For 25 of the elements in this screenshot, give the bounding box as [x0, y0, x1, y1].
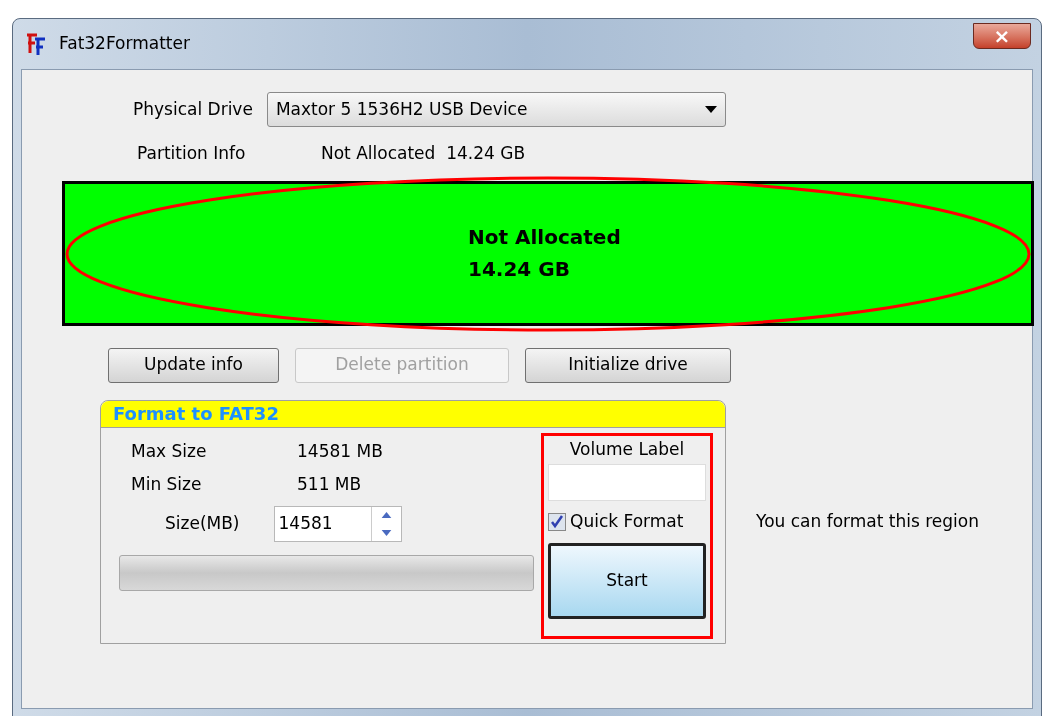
- window-title: Fat32Formatter: [59, 32, 190, 56]
- start-button[interactable]: Start: [548, 542, 706, 619]
- action-button[interactable]: Initialize drive: [525, 347, 731, 383]
- drive-dropdown[interactable]: Maxtor 5 1536H2 USB Device: [266, 92, 726, 127]
- checkbox-label: Quick Format: [570, 510, 684, 533]
- size-value: 511 MB: [297, 473, 362, 497]
- field-label: Partition Info: [137, 142, 247, 165]
- group-title: Format to FAT32: [113, 402, 279, 426]
- size-value: 14581 MB: [297, 440, 383, 464]
- partition-label: Not Allocated: [468, 224, 622, 251]
- field-label: Min Size: [131, 473, 203, 497]
- partition-info-value: Not Allocated 14.24 GB: [321, 142, 526, 165]
- action-button[interactable]: Update info: [108, 347, 279, 383]
- field-label: Max Size: [131, 440, 208, 464]
- field-label: Volume Label: [568, 437, 686, 461]
- dropdown-caret-icon: [704, 106, 717, 113]
- checkmark-icon: [550, 514, 564, 529]
- field-label: Size(MB): [165, 511, 240, 535]
- hint-text: You can format this region: [756, 509, 979, 533]
- partition-label: 14.24 GB: [468, 256, 571, 283]
- size-value: 14581: [277, 511, 334, 535]
- volume-label-field[interactable]: [548, 464, 706, 501]
- field-label: Physical Drive: [133, 97, 253, 121]
- checkbox[interactable]: [548, 512, 566, 531]
- size-spinner[interactable]: 14581: [273, 505, 402, 542]
